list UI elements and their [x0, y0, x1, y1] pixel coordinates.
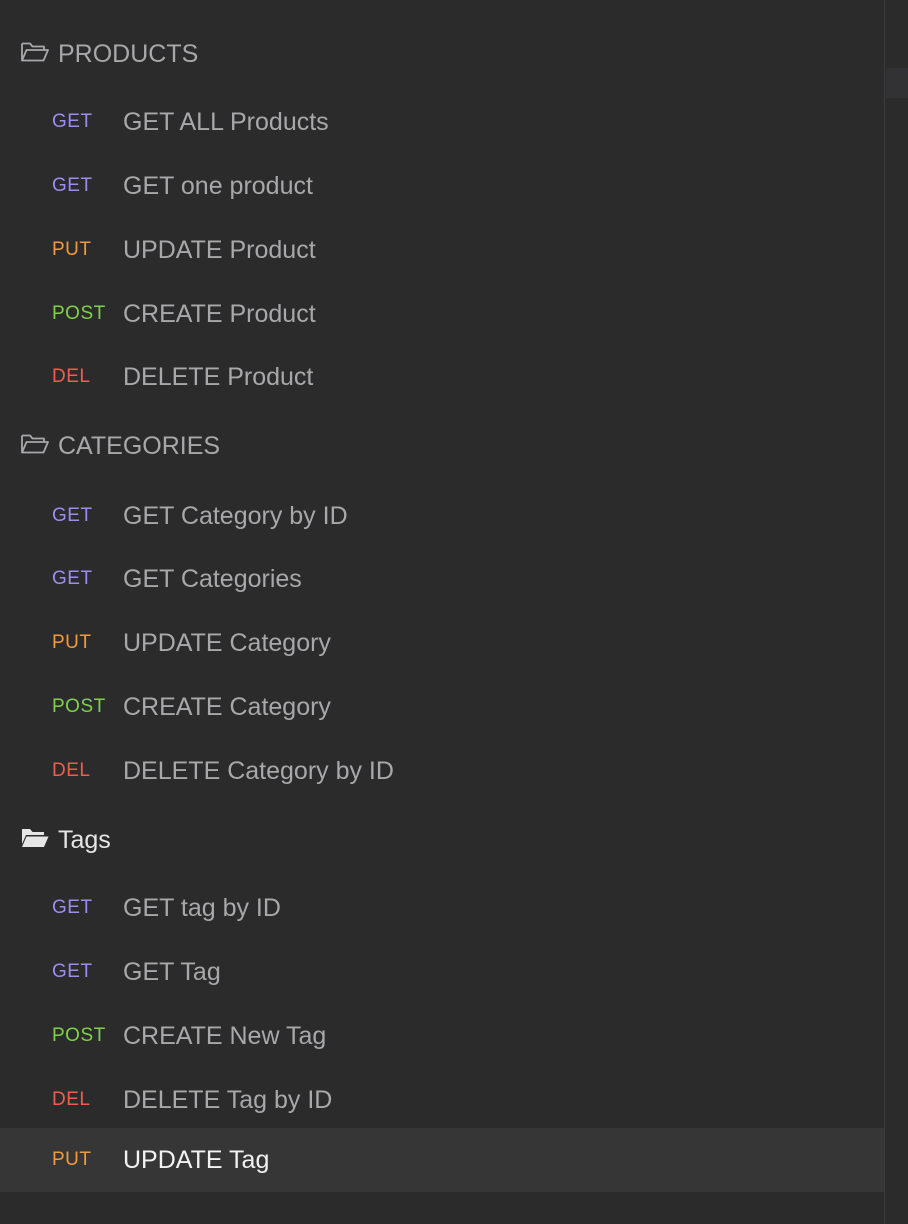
method-badge: GET	[52, 111, 93, 132]
method-badge: GET	[52, 961, 93, 982]
request-item[interactable]: POST CREATE Product	[0, 282, 884, 346]
folder-categories[interactable]: CATEGORIES	[0, 424, 884, 464]
request-item[interactable]: DEL DELETE Product	[0, 345, 884, 409]
folder-tags[interactable]: Tags	[0, 818, 884, 858]
method-badge: GET	[52, 505, 93, 526]
request-name: DELETE Tag by ID	[123, 1086, 333, 1114]
method-badge: DEL	[52, 760, 91, 781]
method-badge: PUT	[52, 1149, 92, 1170]
method-badge: GET	[52, 175, 93, 196]
request-item[interactable]: GET GET Tag	[0, 940, 884, 1004]
request-sidebar: PRODUCTS GET GET ALL Products GET GET on…	[0, 0, 884, 1224]
method-badge: DEL	[52, 1089, 91, 1110]
request-name: GET Tag	[123, 958, 221, 986]
method-badge: PUT	[52, 239, 92, 260]
request-item[interactable]: PUT UPDATE Category	[0, 611, 884, 675]
request-item[interactable]: GET GET Categories	[0, 547, 884, 611]
folder-label: Tags	[58, 826, 111, 854]
request-item[interactable]: DEL DELETE Tag by ID	[0, 1068, 884, 1132]
request-name: UPDATE Tag	[123, 1146, 270, 1174]
request-name: DELETE Category by ID	[123, 757, 394, 785]
folder-open-outline-icon	[21, 42, 49, 62]
folder-label: CATEGORIES	[58, 432, 221, 460]
request-name: CREATE Category	[123, 693, 331, 721]
request-name: GET tag by ID	[123, 894, 281, 922]
method-badge: POST	[52, 696, 106, 717]
request-name: GET one product	[123, 172, 313, 200]
request-name: GET Category by ID	[123, 502, 348, 530]
method-badge: GET	[52, 897, 93, 918]
scrollbar-thumb[interactable]	[886, 68, 908, 98]
request-name: GET Categories	[123, 565, 302, 593]
request-name: DELETE Product	[123, 363, 314, 391]
request-name: UPDATE Category	[123, 629, 331, 657]
scrollbar[interactable]	[884, 0, 908, 1224]
request-item[interactable]: GET GET tag by ID	[0, 876, 884, 940]
folder-label: PRODUCTS	[58, 40, 199, 68]
method-badge: POST	[52, 303, 106, 324]
request-name: UPDATE Product	[123, 236, 316, 264]
request-item[interactable]: GET GET Category by ID	[0, 484, 884, 548]
folder-open-filled-icon	[22, 829, 49, 847]
request-item-active[interactable]: PUT UPDATE Tag	[0, 1128, 884, 1192]
request-item[interactable]: POST CREATE Category	[0, 675, 884, 739]
folder-open-outline-icon	[21, 434, 49, 454]
method-badge: POST	[52, 1025, 106, 1046]
request-item[interactable]: GET GET ALL Products	[0, 90, 884, 154]
method-badge: GET	[52, 568, 93, 589]
request-name: CREATE Product	[123, 300, 316, 328]
method-badge: PUT	[52, 632, 92, 653]
request-item[interactable]: PUT UPDATE Product	[0, 218, 884, 282]
method-badge: DEL	[52, 366, 91, 387]
request-item[interactable]: GET GET one product	[0, 154, 884, 218]
request-name: CREATE New Tag	[123, 1022, 327, 1050]
request-item[interactable]: POST CREATE New Tag	[0, 1004, 884, 1068]
request-item[interactable]: DEL DELETE Category by ID	[0, 739, 884, 803]
request-name: GET ALL Products	[123, 108, 329, 136]
folder-products[interactable]: PRODUCTS	[0, 32, 884, 72]
